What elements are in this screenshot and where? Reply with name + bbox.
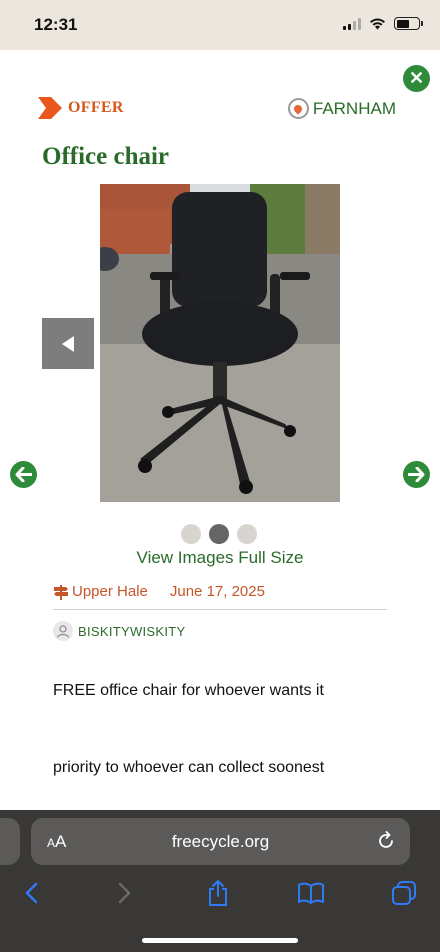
post-date: June 17, 2025 — [169, 583, 265, 600]
battery-icon — [394, 17, 423, 30]
browser-toolbar — [0, 878, 440, 912]
status-bar: 12:31 — [0, 0, 440, 50]
post-title: Office chair — [42, 143, 170, 170]
description-line: FREE office chair for whoever wants it — [53, 682, 324, 699]
carousel-dot[interactable] — [237, 524, 257, 544]
carousel-dots — [181, 524, 257, 544]
post-area[interactable]: Upper Hale — [72, 583, 148, 600]
post-meta: Upper Hale June 17, 2025 — [53, 583, 265, 600]
back-icon[interactable] — [16, 878, 46, 908]
offer-arrow-icon — [38, 97, 62, 119]
location-pin-icon — [287, 98, 309, 119]
wifi-icon — [370, 18, 385, 29]
post-type-label: OFFER — [68, 99, 124, 116]
close-icon[interactable]: ✕ — [403, 65, 430, 92]
previous-tab-peek[interactable] — [0, 818, 20, 865]
post-author[interactable]: BISKITYWISKITY — [53, 621, 186, 641]
bookmarks-icon[interactable] — [296, 878, 326, 908]
view-images-full-size-link[interactable]: View Images Full Size — [0, 548, 440, 568]
arrow-right-circle-icon — [408, 467, 425, 482]
post-detail-page: ✕ OFFER FARNHAM Office chair View Images… — [0, 50, 440, 810]
post-location[interactable]: FARNHAM — [287, 98, 396, 119]
reload-icon[interactable] — [376, 831, 396, 851]
browser-bar: AA freecycle.org — [0, 810, 440, 952]
post-type: OFFER — [38, 97, 124, 119]
url-text[interactable]: freecycle.org — [31, 832, 410, 852]
office-chair-image — [100, 184, 340, 502]
previous-image-button[interactable] — [42, 318, 94, 369]
description-line: priority to whoever can collect soonest — [53, 759, 325, 776]
author-username[interactable]: BISKITYWISKITY — [78, 624, 186, 639]
previous-post-button[interactable] — [10, 461, 37, 488]
forward-icon[interactable] — [110, 878, 140, 908]
location-label: FARNHAM — [312, 98, 396, 118]
carousel-dot[interactable] — [181, 524, 201, 544]
status-time: 12:31 — [34, 15, 78, 34]
next-post-button[interactable] — [403, 461, 430, 488]
arrow-left-circle-icon — [15, 467, 32, 482]
carousel-dot-active[interactable] — [209, 524, 229, 544]
home-indicator — [142, 938, 298, 943]
post-photo[interactable] — [100, 184, 340, 502]
cellular-signal-icon — [343, 17, 361, 30]
tabs-icon[interactable] — [389, 878, 419, 908]
address-bar[interactable]: AA freecycle.org — [31, 818, 410, 865]
signpost-icon — [54, 584, 68, 600]
share-icon[interactable] — [203, 878, 233, 908]
divider — [53, 609, 387, 610]
chevron-left-icon — [62, 335, 74, 352]
user-avatar-icon — [53, 621, 73, 641]
status-icons — [343, 17, 423, 30]
